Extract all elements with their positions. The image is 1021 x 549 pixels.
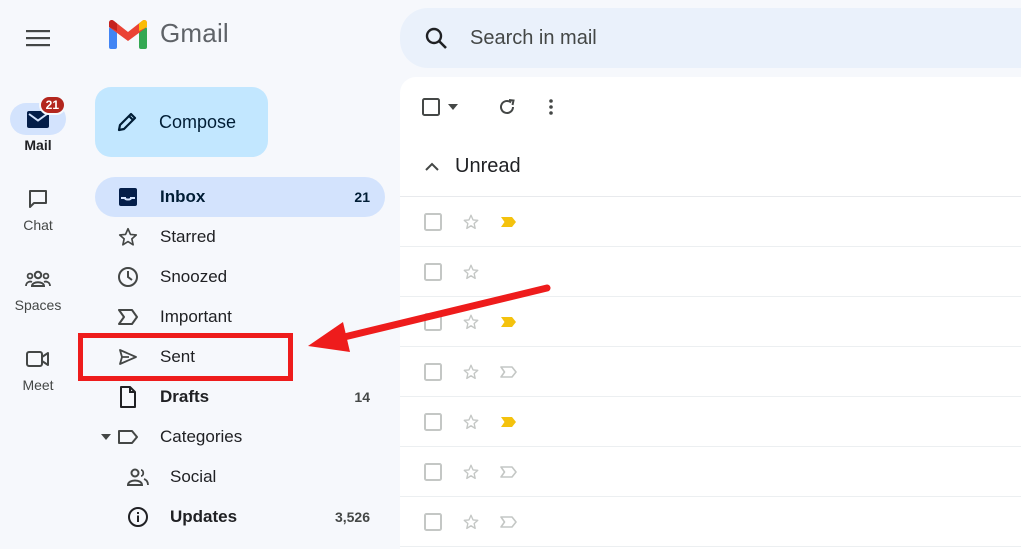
row-important-marker-icon[interactable] <box>500 413 518 431</box>
app-name: Gmail <box>160 18 229 48</box>
row-star-icon[interactable] <box>462 363 480 381</box>
nav-item-social[interactable]: Social <box>95 457 385 497</box>
app-rail: 21 Mail Chat Spaces Meet <box>0 0 80 549</box>
message-row[interactable] <box>400 347 1021 397</box>
row-important-marker-icon[interactable] <box>500 213 518 231</box>
nav-label-drafts: Drafts <box>160 387 210 406</box>
nav-label-starred: Starred <box>160 227 216 246</box>
refresh-button[interactable] <box>498 92 516 122</box>
unread-badge: 21 <box>38 95 66 115</box>
nav-label-inbox: Inbox <box>160 187 206 206</box>
rail-item-spaces[interactable]: Spaces <box>0 263 76 313</box>
row-star-icon[interactable] <box>462 313 480 331</box>
unread-section-header[interactable]: Unread <box>400 137 1021 197</box>
nav-item-snoozed[interactable]: Snoozed <box>95 257 385 297</box>
gmail-m-icon <box>109 19 147 49</box>
row-checkbox-icon[interactable] <box>424 412 442 431</box>
checkbox-icon[interactable] <box>422 98 440 116</box>
row-star-icon[interactable] <box>462 463 480 481</box>
clock-icon <box>117 266 139 288</box>
inbox-icon <box>117 186 139 208</box>
section-title: Unread <box>455 155 521 177</box>
message-list-panel: Unread <box>400 77 1021 549</box>
gmail-logo[interactable]: Gmail <box>108 18 229 49</box>
message-row[interactable] <box>400 247 1021 297</box>
nav-label-snoozed: Snoozed <box>160 267 228 286</box>
caret-down-icon <box>448 104 458 110</box>
updates-count: 3,526 <box>334 509 370 525</box>
star-icon <box>117 226 139 248</box>
search-input[interactable]: Search in mail <box>470 27 597 50</box>
important-icon <box>117 306 139 328</box>
rail-label-meet: Meet <box>22 377 54 393</box>
inbox-count: 21 <box>354 189 370 205</box>
draft-icon <box>117 386 139 408</box>
rail-label-spaces: Spaces <box>14 297 62 313</box>
spaces-icon <box>10 263 66 295</box>
pencil-icon <box>117 112 137 132</box>
nav-label-social: Social <box>170 467 217 486</box>
row-important-marker-icon[interactable] <box>500 513 518 531</box>
rail-item-chat[interactable]: Chat <box>0 183 76 233</box>
search-bar[interactable]: Search in mail <box>400 8 1021 68</box>
message-row[interactable] <box>400 397 1021 447</box>
row-checkbox-icon[interactable] <box>424 512 442 531</box>
info-icon <box>127 506 149 528</box>
drafts-count: 14 <box>354 389 370 405</box>
message-rows <box>400 197 1021 547</box>
row-checkbox-icon[interactable] <box>424 212 442 231</box>
compose-label: Compose <box>159 111 237 132</box>
chat-icon <box>10 183 66 215</box>
row-star-icon[interactable] <box>462 213 480 231</box>
message-row[interactable] <box>400 197 1021 247</box>
nav-item-important[interactable]: Important <box>95 297 385 337</box>
nav-item-categories[interactable]: Categories <box>95 417 385 457</box>
rail-label-mail: Mail <box>24 137 52 153</box>
row-star-icon[interactable] <box>462 263 480 281</box>
rail-item-meet[interactable]: Meet <box>0 343 76 393</box>
nav-label-updates: Updates <box>170 507 238 526</box>
message-row[interactable] <box>400 447 1021 497</box>
list-toolbar <box>400 77 1021 137</box>
row-checkbox-icon[interactable] <box>424 262 442 281</box>
mail-icon: 21 <box>10 95 66 135</box>
row-checkbox-icon[interactable] <box>424 312 442 331</box>
search-icon[interactable] <box>424 26 448 50</box>
nav-label-categories: Categories <box>160 427 243 446</box>
nav-item-inbox[interactable]: Inbox 21 <box>95 177 385 217</box>
nav-item-starred[interactable]: Starred <box>95 217 385 257</box>
meet-icon <box>10 343 66 375</box>
rail-item-mail[interactable]: 21 Mail <box>0 95 76 153</box>
compose-button[interactable]: Compose <box>95 87 268 157</box>
people-icon <box>127 466 149 488</box>
caret-down-icon[interactable] <box>101 434 113 440</box>
message-row[interactable] <box>400 297 1021 347</box>
chevron-up-icon <box>425 162 439 171</box>
row-important-marker-icon[interactable] <box>500 313 518 331</box>
rail-label-chat: Chat <box>23 217 53 233</box>
more-options-button[interactable] <box>548 92 554 122</box>
label-icon <box>117 426 139 448</box>
row-star-icon[interactable] <box>462 413 480 431</box>
refresh-icon <box>500 99 515 114</box>
main-menu-button[interactable] <box>18 20 58 56</box>
row-star-icon[interactable] <box>462 513 480 531</box>
sent-highlight-box <box>78 333 293 381</box>
row-important-marker-icon[interactable] <box>500 463 518 481</box>
row-checkbox-icon[interactable] <box>424 462 442 481</box>
nav-item-drafts[interactable]: Drafts 14 <box>95 377 385 417</box>
row-checkbox-icon[interactable] <box>424 362 442 381</box>
nav-label-important: Important <box>160 307 232 326</box>
row-important-marker-icon[interactable] <box>500 363 518 381</box>
select-all-dropdown[interactable] <box>422 92 458 122</box>
more-vertical-icon <box>549 99 553 115</box>
nav-item-updates[interactable]: Updates 3,526 <box>95 497 385 537</box>
hamburger-menu-icon <box>26 30 50 47</box>
message-row[interactable] <box>400 497 1021 547</box>
